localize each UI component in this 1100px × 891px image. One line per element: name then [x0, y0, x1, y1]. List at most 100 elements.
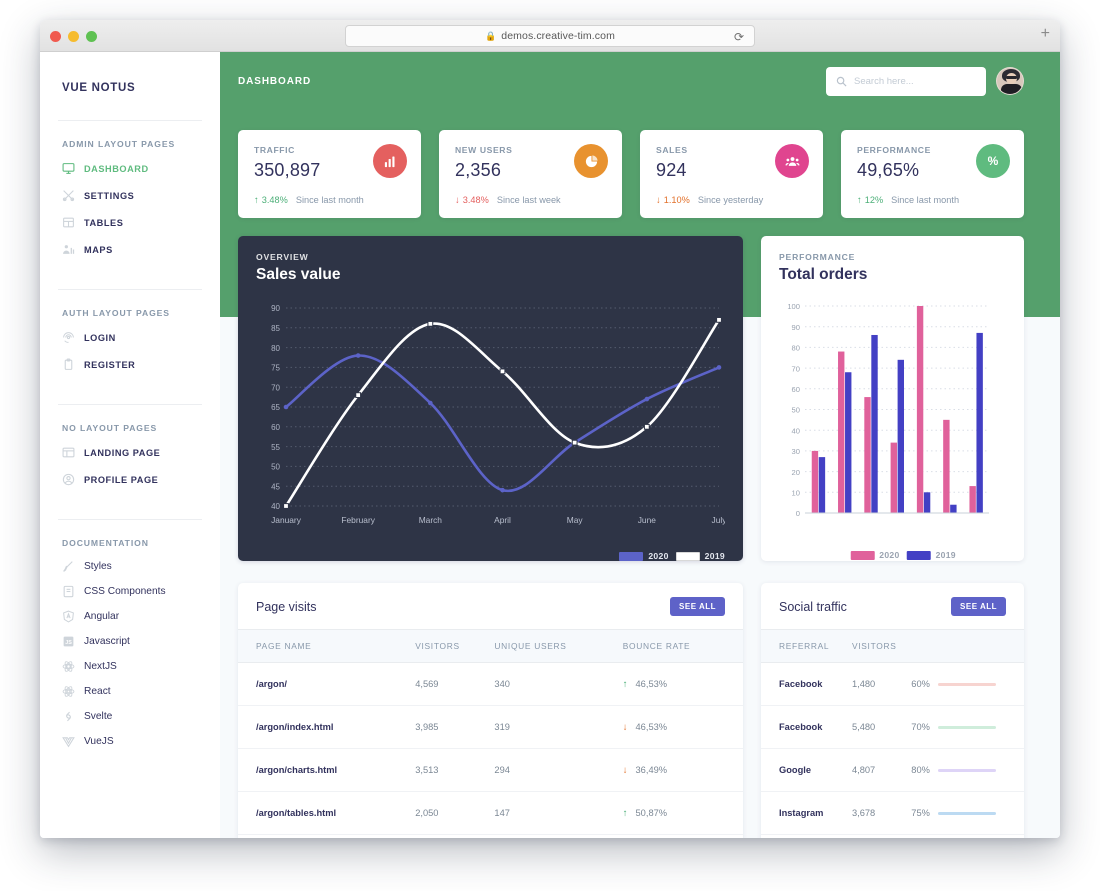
window-controls[interactable]	[50, 31, 97, 42]
svg-text:90: 90	[271, 304, 280, 313]
table-row[interactable]: /argon/4,569 340 ↑ 46,53%	[238, 662, 743, 706]
new-tab-icon[interactable]: +	[1041, 26, 1050, 42]
stat-delta-value: 3.48%	[261, 195, 288, 205]
table-row[interactable]: twitter2,64530%	[761, 834, 1024, 838]
table-row[interactable]: /argon/tables.html 2,050 147 ↑ 50,87%	[238, 791, 743, 835]
table-row[interactable]: /argon/index.html 3,985 319 ↓ 46,53%	[238, 705, 743, 749]
sidebar-item-dashboard[interactable]: DASHBOARD	[40, 155, 220, 182]
svg-text:40: 40	[792, 426, 800, 435]
cell-unique-users: 340	[494, 662, 623, 706]
svg-text:20: 20	[792, 468, 800, 477]
svelte-icon	[62, 710, 75, 723]
close-window-button[interactable]	[50, 31, 61, 42]
sidebar-item-label: VueJS	[84, 736, 114, 747]
clipboard-icon	[62, 358, 75, 371]
lock-icon: 🔒	[485, 30, 497, 41]
search-input[interactable]	[854, 75, 976, 87]
sidebar-item-label: MAPS	[84, 244, 113, 255]
bar-chart-plot[interactable]: 0 10 20 30 40 50 60 70 80 90 100 2020 2019	[779, 298, 1006, 560]
cell-visitors: 3,985	[415, 705, 495, 749]
svg-text:January: January	[271, 515, 302, 525]
cell-visitors: 3,513	[415, 748, 495, 792]
arrow-down-icon: ↓	[622, 764, 628, 776]
maximize-window-button[interactable]	[86, 31, 97, 42]
table-row[interactable]: Facebook 5,480 70%	[761, 705, 1024, 749]
total-orders-chart-card: PERFORMANCE Total orders 0 10 20 30 40 50 60 70…	[761, 236, 1024, 561]
legend-swatch	[675, 551, 700, 561]
table-grid-icon	[62, 216, 75, 229]
stat-since: Since last week	[496, 195, 561, 205]
sidebar-item-svelte[interactable]: Svelte	[40, 704, 220, 729]
address-bar[interactable]: 🔒 demos.creative-tim.com ⟳	[345, 25, 755, 47]
table-row[interactable]: /argon/charts.html 3,513 294 ↓ 36,49%	[238, 748, 743, 792]
column-header: REFERRAL	[761, 630, 852, 663]
sidebar-item-vuejs[interactable]: VueJS	[40, 729, 220, 754]
stat-since: Since last month	[891, 195, 960, 205]
svg-text:March: March	[419, 515, 443, 525]
sidebar-item-settings[interactable]: SETTINGS	[40, 182, 220, 209]
stat-delta: ↑ 3.48%	[254, 195, 288, 205]
minimize-window-button[interactable]	[68, 31, 79, 42]
sidebar-item-tables[interactable]: TABLES	[40, 209, 220, 236]
legend-item[interactable]: 2020	[619, 551, 668, 561]
sidebar-item-label: Javascript	[84, 636, 130, 647]
svg-text:40: 40	[271, 502, 280, 511]
cell-unique-users: 319	[494, 705, 623, 749]
avatar[interactable]	[996, 67, 1024, 95]
sidebar-item-react[interactable]: React	[40, 679, 220, 704]
arrow-up-icon: ↑	[622, 807, 628, 819]
brand-logo[interactable]: VUE NOTUS	[40, 76, 220, 94]
line-chart-plot[interactable]: 40 45 50 55 60 65 70 75 80 85 90 January February Mar…	[256, 298, 727, 561]
map-marker-icon	[62, 243, 75, 256]
table-row[interactable]: Google 4,807 80%	[761, 748, 1024, 792]
sidebar-item-login[interactable]: LOGIN	[40, 324, 220, 351]
table-row[interactable]: Facebook 1,480 60%	[761, 662, 1024, 706]
see-all-button[interactable]: SEE ALL	[951, 597, 1006, 616]
see-all-button[interactable]: SEE ALL	[670, 597, 725, 616]
table-body: Facebook 1,480 60% Facebook 5,480 70% Google 4,…	[761, 662, 1024, 838]
sidebar-item-profile-page[interactable]: PROFILE PAGE	[40, 466, 220, 493]
column-header: VISITORS	[851, 630, 912, 663]
react-icon	[62, 685, 75, 698]
card-title: Page visits	[256, 599, 317, 614]
search-box[interactable]	[826, 66, 986, 96]
table-row[interactable]: Instagram 3,678 75%	[761, 791, 1024, 835]
cell-visitors: 2,645	[851, 834, 912, 838]
social-traffic-table: REFERRAL VISITORS Facebook 1,480 60% Faceboo…	[761, 630, 1024, 838]
card-title: Social traffic	[779, 599, 847, 614]
sidebar-section-heading: NO LAYOUT PAGES	[62, 423, 158, 433]
table-row[interactable]: /argon/profile.html1,795190↓46,53%	[238, 834, 743, 838]
sidebar-item-register[interactable]: REGISTER	[40, 351, 220, 378]
dashboard-content: TRAFFIC 350,897 ↑ 3.48% Since last month NEW …	[220, 110, 1060, 838]
reload-icon[interactable]: ⟳	[734, 30, 744, 44]
legend-item[interactable]: 2020	[850, 550, 899, 560]
legend-item[interactable]: 2019	[906, 550, 956, 560]
svg-text:50: 50	[271, 463, 280, 472]
cell-unique-users: 147	[494, 791, 623, 835]
sidebar-item-nextjs[interactable]: NextJS	[40, 654, 220, 679]
svg-text:April: April	[494, 515, 511, 525]
column-header: VISITORS	[415, 630, 495, 663]
browser-window: 🔒 demos.creative-tim.com ⟳ + VUE NOTUS A…	[40, 20, 1060, 838]
legend-item[interactable]: 2019	[675, 551, 725, 561]
cell-page-name: /argon/charts.html	[238, 748, 416, 792]
monitor-icon	[62, 162, 75, 175]
stat-card-new-users: NEW USERS 2,356 ↓ 3.48% Since last week	[439, 130, 622, 218]
sidebar-item-landing-page[interactable]: LANDING PAGE	[40, 439, 220, 466]
sidebar-item-maps[interactable]: MAPS	[40, 236, 220, 263]
stat-card-traffic: TRAFFIC 350,897 ↑ 3.48% Since last month	[238, 130, 421, 218]
card-title: Total orders	[779, 266, 868, 283]
sidebar-item-angular[interactable]: Angular	[40, 604, 220, 629]
cell-visitors: 5,480	[851, 705, 912, 749]
bounce-rate-value: 46,53%	[635, 722, 668, 732]
chart-bars-icon	[373, 144, 407, 178]
page-visits-table: PAGE NAME VISITORS UNIQUE USERS BOUNCE RATE…	[238, 630, 743, 838]
sidebar-item-javascript[interactable]: JS Javascript	[40, 629, 220, 654]
progress-bar	[937, 768, 996, 772]
cell-bounce-rate: ↓ 46,53%	[622, 705, 743, 749]
sidebar-item-css-components[interactable]: CSS Components	[40, 579, 220, 604]
progress-bar	[937, 725, 996, 729]
sidebar-item-label: CSS Components	[84, 586, 166, 597]
column-header: BOUNCE RATE	[622, 630, 743, 663]
sidebar-item-styles[interactable]: Styles	[40, 554, 220, 579]
